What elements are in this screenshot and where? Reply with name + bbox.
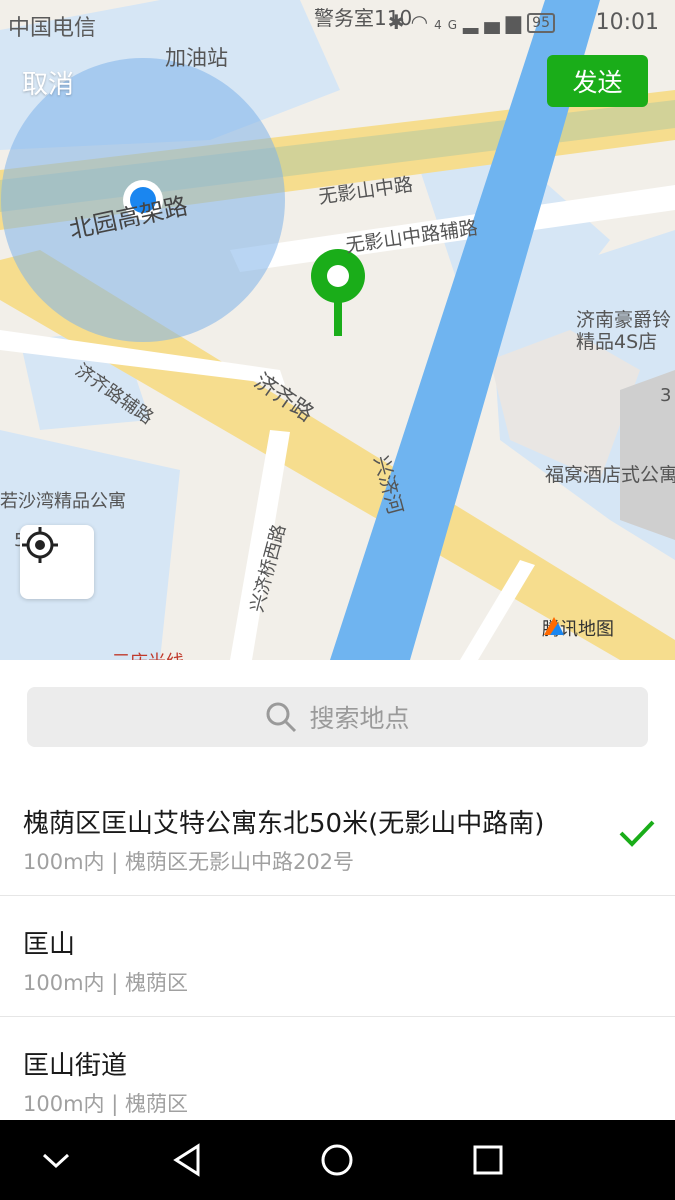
carrier-label: 中国电信	[8, 16, 97, 41]
map-label-haojue-2: 精品4S店	[576, 331, 658, 353]
status-bar: 中国电信 ✱◠4G▂▄▆ 95 10:01	[0, 0, 675, 46]
network-type: 4G	[434, 18, 464, 32]
list-item-subtitle: 100m内 | 槐荫区	[23, 971, 188, 995]
list-item-subtitle: 100m内 | 槐荫区无影山中路202号	[23, 850, 355, 874]
home-icon[interactable]	[319, 1142, 355, 1178]
recents-icon[interactable]	[470, 1142, 506, 1178]
send-button[interactable]: 发送	[547, 55, 648, 107]
search-input[interactable]: 搜索地点	[27, 687, 648, 747]
locate-me-button[interactable]	[20, 525, 94, 599]
map-label-num3: 3	[660, 385, 672, 406]
map-label-fuwo: 福窝酒店式公寓	[545, 464, 675, 486]
location-results-list: 槐荫区匡山艾特公寓东北50米(无影山中路南) 100m内 | 槐荫区无影山中路2…	[0, 775, 675, 1137]
list-item-title: 匡山	[23, 930, 76, 960]
signal-icon: ▂▄▆	[463, 10, 528, 34]
bluetooth-icon: ✱	[387, 10, 411, 34]
search-placeholder: 搜索地点	[309, 704, 410, 733]
tencent-map-icon	[544, 617, 564, 635]
cancel-button[interactable]: 取消	[22, 64, 74, 101]
map-label-ruoshawan: 若沙湾精品公寓	[0, 491, 126, 512]
system-nav-bar	[0, 1120, 675, 1200]
clock: 10:01	[595, 10, 659, 35]
list-item[interactable]: 匡山 100m内 | 槐荫区	[0, 896, 675, 1017]
list-item[interactable]: 匡山街道 100m内 | 槐荫区	[0, 1017, 675, 1137]
back-icon[interactable]	[170, 1142, 206, 1178]
search-icon	[266, 702, 297, 733]
map-label-gas-station: 加油站	[165, 46, 228, 70]
status-icons: ✱◠4G▂▄▆ 95	[388, 10, 555, 34]
map-label-sanjiang: 三庆光线	[112, 648, 184, 660]
list-item-title: 匡山街道	[23, 1051, 128, 1081]
chevron-down-icon[interactable]	[38, 1142, 74, 1178]
list-item[interactable]: 槐荫区匡山艾特公寓东北50米(无影山中路南) 100m内 | 槐荫区无影山中路2…	[0, 775, 675, 896]
wifi-icon: ◠	[410, 10, 435, 34]
battery-indicator: 95	[527, 13, 555, 33]
tencent-map-logo: 腾讯地图	[542, 615, 614, 641]
list-item-title: 槐荫区匡山艾特公寓东北50米(无影山中路南)	[23, 809, 545, 839]
checkmark-icon	[619, 820, 655, 847]
list-item-subtitle: 100m内 | 槐荫区	[23, 1092, 188, 1116]
crosshair-icon	[22, 527, 58, 563]
